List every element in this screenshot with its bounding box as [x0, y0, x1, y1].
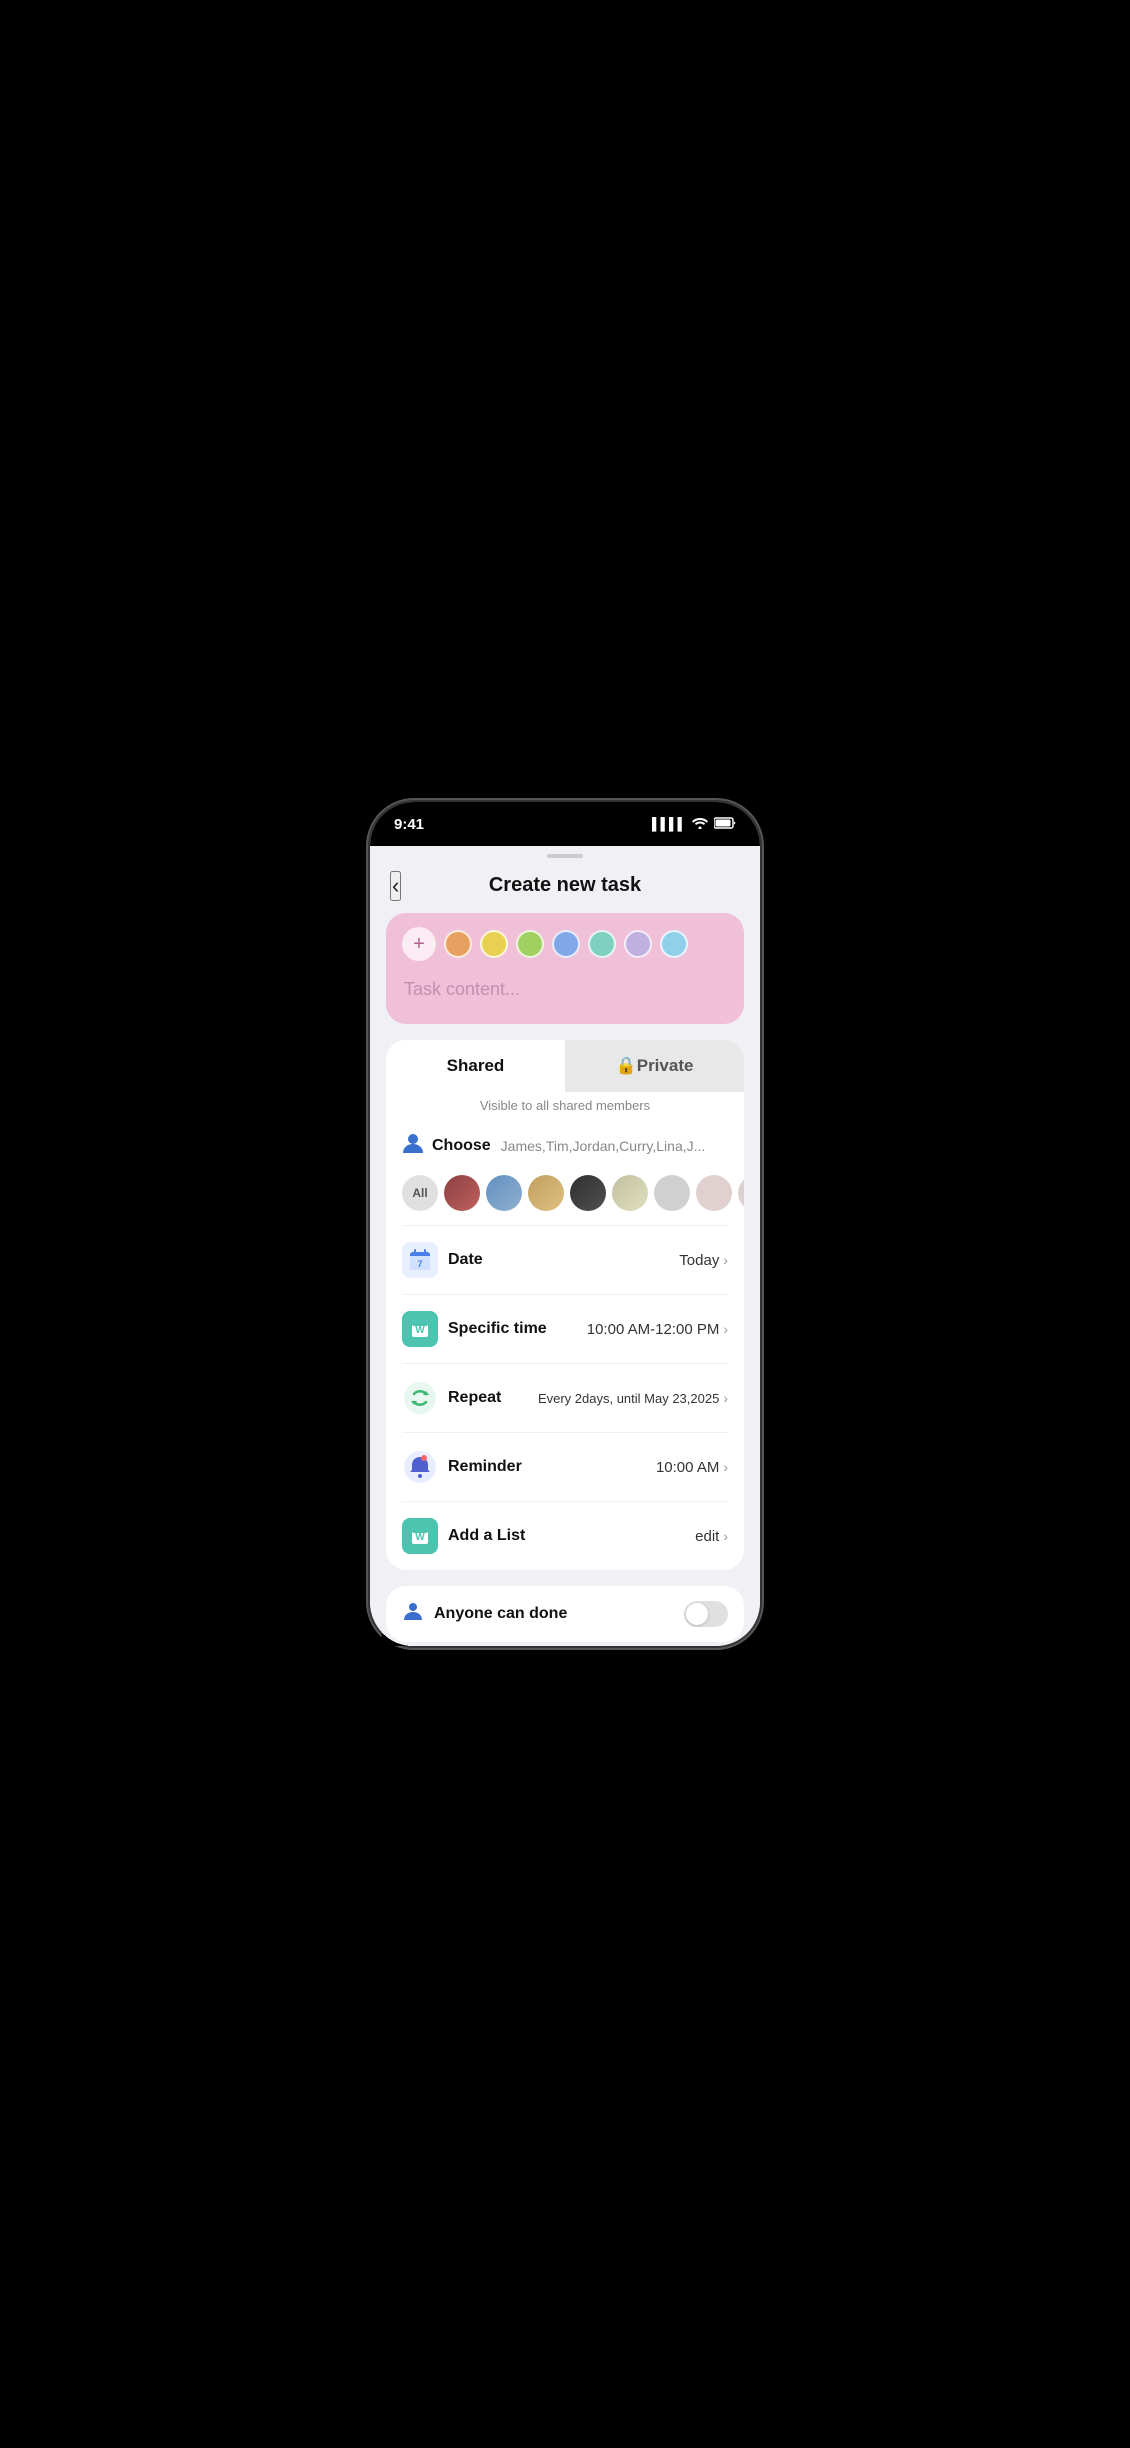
avatar-2[interactable] [486, 1175, 522, 1211]
color-dot-lavender[interactable] [624, 930, 652, 958]
avatar-3[interactable] [528, 1175, 564, 1211]
color-dot-teal[interactable] [588, 930, 616, 958]
specific-time-value: 10:00 AM-12:00 PM [587, 1321, 720, 1338]
date-chevron: › [723, 1252, 728, 1268]
color-dot-blue[interactable] [552, 930, 580, 958]
status-time: 9:41 [394, 816, 424, 833]
svg-text:7: 7 [417, 1259, 422, 1269]
page-title: Create new task [489, 874, 641, 897]
color-dot-orange[interactable] [444, 930, 472, 958]
date-value: Today [679, 1252, 719, 1269]
add-list-value: edit [695, 1528, 719, 1545]
calendar-icon: 7 [402, 1242, 438, 1278]
tab-shared[interactable]: Shared [386, 1040, 565, 1092]
reminder-value: 10:00 AM [656, 1459, 719, 1476]
content-area: ‹ Create new task + Task content... Shar… [370, 846, 760, 1646]
avatar-5[interactable] [612, 1175, 648, 1211]
add-list-row[interactable]: W Add a List edit › [386, 1502, 744, 1570]
reminder-label: Reminder [448, 1458, 656, 1476]
shared-private-panel: Shared 🔒Private Visible to all shared me… [386, 1040, 744, 1570]
color-row: + [402, 927, 728, 961]
specific-time-label: Specific time [448, 1320, 587, 1338]
signal-icon: ▌▌▌▌ [652, 817, 686, 831]
list-icon: W [402, 1518, 438, 1554]
avatar-8[interactable] [738, 1175, 744, 1211]
add-list-label: Add a List [448, 1527, 695, 1545]
anyone-icon [402, 1600, 424, 1628]
repeat-label: Repeat [448, 1389, 538, 1407]
tab-private[interactable]: 🔒Private [565, 1040, 744, 1092]
choose-label: Choose [432, 1137, 491, 1155]
anyone-label: Anyone can done [434, 1605, 674, 1623]
avatar-6[interactable] [654, 1175, 690, 1211]
wifi-icon [692, 817, 708, 832]
repeat-row[interactable]: Repeat Every 2days, until May 23,2025 › [386, 1364, 744, 1432]
date-label: Date [448, 1251, 679, 1269]
specific-time-chevron: › [723, 1321, 728, 1337]
reminder-chevron: › [723, 1459, 728, 1475]
drag-handle [370, 846, 760, 862]
task-input-area[interactable]: + Task content... [386, 913, 744, 1024]
date-row[interactable]: 7 Date Today › [386, 1226, 744, 1294]
choose-row[interactable]: Choose James,Tim,Jordan,Curry,Lina,J... [386, 1123, 744, 1171]
repeat-chevron: › [723, 1390, 728, 1406]
color-dot-sky[interactable] [660, 930, 688, 958]
svg-text:W: W [415, 1325, 425, 1336]
tab-row: Shared 🔒Private [386, 1040, 744, 1092]
toggle-knob [686, 1603, 708, 1625]
avatar-7[interactable] [696, 1175, 732, 1211]
bottom-panel: Anyone can done [386, 1586, 744, 1642]
header: ‹ Create new task [370, 862, 760, 913]
repeat-value: Every 2days, until May 23,2025 [538, 1391, 719, 1406]
reminder-row[interactable]: Reminder 10:00 AM › [386, 1433, 744, 1501]
status-bar: 9:41 ▌▌▌▌ [370, 802, 760, 846]
task-content-input[interactable]: Task content... [402, 975, 728, 1004]
avatar-all[interactable]: All [402, 1175, 438, 1211]
add-list-chevron: › [723, 1528, 728, 1544]
color-dot-yellow[interactable] [480, 930, 508, 958]
back-button[interactable]: ‹ [390, 871, 401, 901]
avatar-4[interactable] [570, 1175, 606, 1211]
svg-text:W: W [415, 1532, 425, 1543]
battery-icon [714, 817, 736, 832]
specific-time-row[interactable]: W Specific time 10:00 AM-12:00 PM › [386, 1295, 744, 1363]
anyone-toggle[interactable] [684, 1601, 728, 1627]
visible-text: Visible to all shared members [386, 1092, 744, 1123]
add-color-button[interactable]: + [402, 927, 436, 961]
time-icon: W [402, 1311, 438, 1347]
anyone-row: Anyone can done [402, 1600, 728, 1628]
reminder-icon [402, 1449, 438, 1485]
person-icon [402, 1131, 424, 1161]
repeat-icon [402, 1380, 438, 1416]
color-dot-green[interactable] [516, 930, 544, 958]
avatar-row: All [386, 1171, 744, 1225]
status-icons: ▌▌▌▌ [652, 817, 736, 832]
avatar-1[interactable] [444, 1175, 480, 1211]
choose-names: James,Tim,Jordan,Curry,Lina,J... [501, 1138, 706, 1154]
